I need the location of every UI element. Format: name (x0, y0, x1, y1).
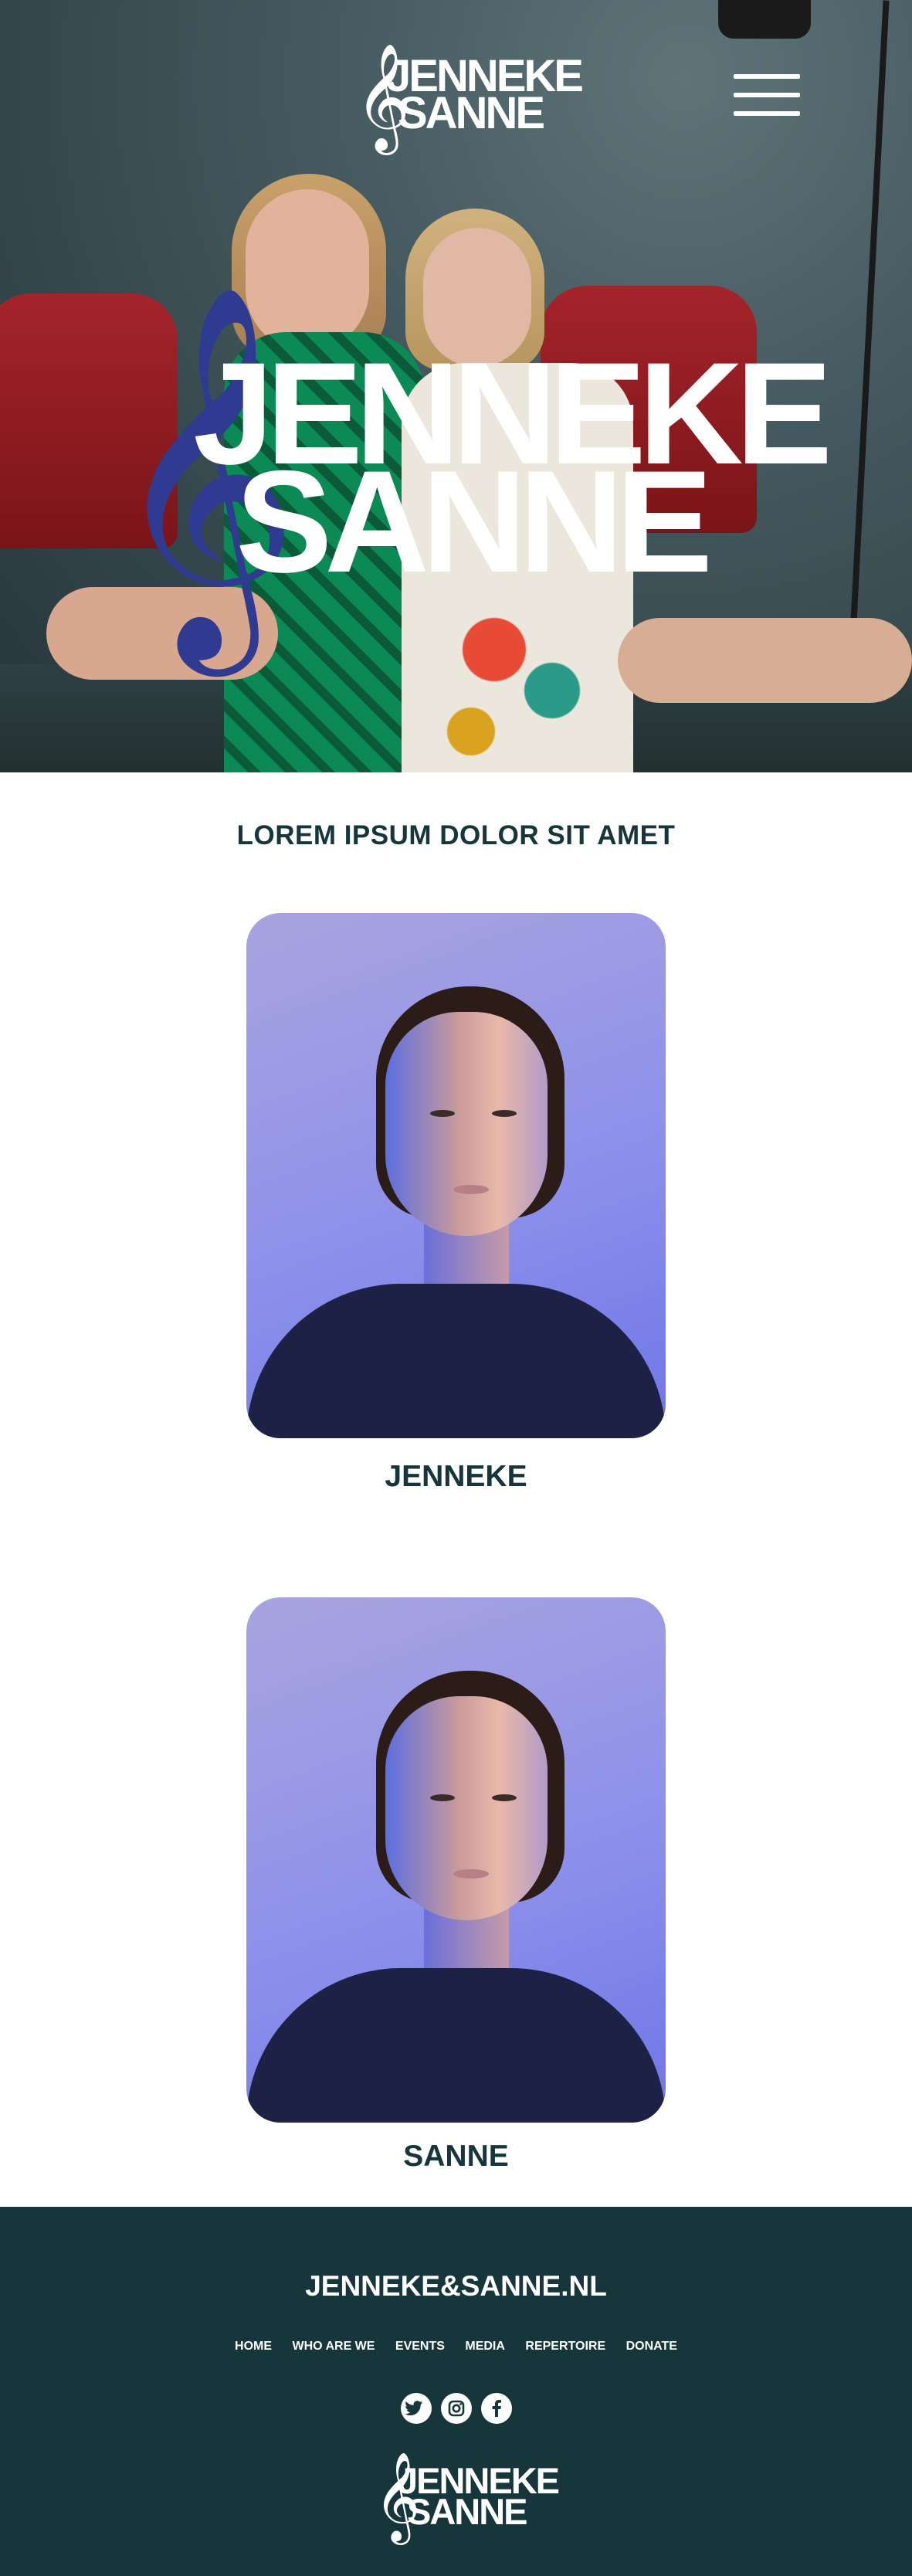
footer-logo[interactable]: 𝄞 JENNEKE SANNE (375, 2454, 560, 2547)
twitter-icon[interactable] (401, 2393, 432, 2424)
hamburger-menu-icon[interactable] (734, 74, 800, 117)
logo-line-2: SANNE (398, 88, 545, 138)
profile-name-jenneke: JENNEKE (385, 1460, 527, 1493)
footer-nav-who-are-we[interactable]: WHO ARE WE (293, 2340, 375, 2354)
footer-nav: HOME WHO ARE WE EVENTS MEDIA REPERTOIRE … (0, 2340, 912, 2354)
profile-name-sanne: SANNE (403, 2140, 509, 2173)
footer: JENNEKE&SANNE.NL HOME WHO ARE WE EVENTS … (0, 2207, 912, 2576)
footer-nav-media[interactable]: MEDIA (465, 2340, 505, 2354)
profile-photo-jenneke[interactable] (246, 913, 666, 1438)
footer-nav-donate[interactable]: DONATE (626, 2340, 677, 2354)
profile-photo-sanne[interactable] (246, 1597, 666, 2123)
social-links (401, 2393, 512, 2424)
hero-logo: 𝄞 JENNEKE SANNE (108, 294, 832, 649)
logo-line-2: SANNE (407, 2491, 528, 2532)
studio-light (718, 0, 811, 39)
tagline: LOREM IPSUM DOLOR SIT AMET (236, 820, 676, 850)
header-logo[interactable]: 𝄞 JENNEKE SANNE (355, 43, 584, 153)
hero-banner: 𝄞 JENNEKE SANNE 𝄞 JENNEKE SANNE (0, 0, 912, 772)
instagram-icon[interactable] (441, 2393, 472, 2424)
facebook-icon[interactable] (481, 2393, 512, 2424)
footer-site-name[interactable]: JENNEKE&SANNE.NL (0, 2270, 912, 2303)
light-stand (846, 0, 890, 695)
footer-nav-repertoire[interactable]: REPERTOIRE (525, 2340, 605, 2354)
footer-nav-events[interactable]: EVENTS (395, 2340, 445, 2354)
hero-headline-line-2: SANNE (236, 440, 713, 602)
footer-nav-home[interactable]: HOME (235, 2340, 272, 2354)
